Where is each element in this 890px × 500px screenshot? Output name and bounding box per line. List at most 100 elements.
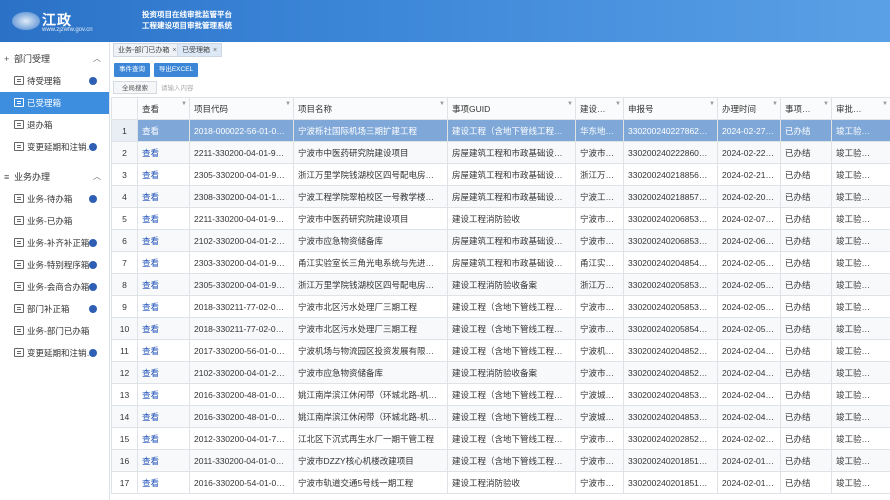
sort-icon[interactable]: ▼: [285, 101, 291, 107]
view-link[interactable]: 查看: [137, 383, 190, 406]
table-row[interactable]: 13 查看 2016-330200-48-01-0… 姚江南岸滨江休闲带（环城北路-机…: [111, 383, 890, 406]
sort-icon[interactable]: ▼: [709, 101, 715, 107]
sidebar-item-biz-supplement[interactable]: 业务-补齐补正箱: [0, 232, 109, 254]
table-row[interactable]: 14 查看 2016-330200-48-01-0… 姚江南岸滨江休闲带（环城北路-机…: [111, 405, 890, 428]
sidebar-item-returned[interactable]: 退办箱: [0, 114, 109, 136]
view-link-text[interactable]: 查看: [142, 346, 159, 356]
chevron-up-icon[interactable]: ︿: [93, 166, 101, 188]
sort-icon[interactable]: ▼: [823, 101, 829, 107]
view-link-text[interactable]: 查看: [142, 434, 159, 444]
close-icon[interactable]: ×: [172, 47, 176, 54]
view-link[interactable]: 查看: [137, 251, 190, 274]
view-link[interactable]: 查看: [137, 207, 190, 230]
close-icon[interactable]: ×: [213, 47, 217, 54]
sidebar-item-accepted[interactable]: 已受理箱: [0, 92, 109, 114]
view-link-text[interactable]: 查看: [142, 456, 159, 466]
sort-icon[interactable]: ▼: [439, 101, 445, 107]
table-row[interactable]: 7 查看 2303-330200-04-01-9… 甬江实验室长三角光电系统与先进… 房…: [111, 251, 890, 274]
view-link-text[interactable]: 查看: [142, 258, 159, 268]
table-row[interactable]: 5 查看 2211-330200-04-01-9… 宁波市中医药研究院建设项目 建设工程…: [111, 207, 890, 230]
sidebar-item-biz-consult[interactable]: 业务-会商合办箱: [0, 276, 109, 298]
view-link[interactable]: 查看: [137, 295, 190, 318]
chevron-up-icon[interactable]: ︿: [93, 48, 101, 70]
table-row[interactable]: 6 查看 2102-330200-04-01-2… 宁波市应急物资储备库 房屋建筑工程和…: [111, 229, 890, 252]
view-link[interactable]: 查看: [137, 449, 190, 472]
view-link[interactable]: 查看: [137, 119, 190, 142]
table-row[interactable]: 12 查看 2102-330200-04-01-2… 宁波市应急物资储备库 建设工程消防…: [111, 361, 890, 384]
view-link-text[interactable]: 查看: [142, 302, 159, 312]
view-link[interactable]: 查看: [137, 405, 190, 428]
table-row[interactable]: 8 查看 2305-330200-04-01-9… 浙江万里学院钱湖校区四号配电房… 建…: [111, 273, 890, 296]
table-row[interactable]: 9 查看 2018-330211-77-02-0… 宁波市北区污水处理厂三期工程 建设工…: [111, 295, 890, 318]
view-link[interactable]: 查看: [137, 229, 190, 252]
sort-icon[interactable]: ▼: [772, 101, 778, 107]
view-link-text[interactable]: 查看: [142, 236, 159, 246]
view-link-text[interactable]: 查看: [142, 280, 159, 290]
view-link-text[interactable]: 查看: [142, 214, 159, 224]
export-excel-button[interactable]: 导出EXCEL: [154, 63, 198, 77]
row-index: 9: [111, 295, 138, 318]
view-link[interactable]: 查看: [137, 471, 190, 494]
view-link-text[interactable]: 查看: [142, 170, 159, 180]
column-header-view[interactable]: 查看 ▼: [137, 97, 190, 120]
view-link[interactable]: 查看: [137, 163, 190, 186]
sidebar-item-change-extend[interactable]: 变更延期和注销…: [0, 136, 109, 158]
row-index: 2: [111, 141, 138, 164]
sidebar-group-dept-accept[interactable]: + 部门受理 ︿: [0, 48, 109, 70]
view-link-text[interactable]: 查看: [142, 368, 159, 378]
view-link[interactable]: 查看: [137, 427, 190, 450]
view-link-text[interactable]: 查看: [142, 324, 159, 334]
column-header-builder[interactable]: 建设… ▼: [575, 97, 624, 120]
view-link-text[interactable]: 查看: [142, 390, 159, 400]
sidebar-item-biz-todo[interactable]: 业务-待办箱: [0, 188, 109, 210]
tab-biz-dept-done[interactable]: 业务-部门已办箱 ×: [113, 43, 182, 57]
item-guid-cell: 建设工程消防验收: [447, 471, 576, 494]
sort-icon[interactable]: ▼: [615, 101, 621, 107]
sort-icon[interactable]: ▼: [882, 101, 888, 107]
view-link[interactable]: 查看: [137, 141, 190, 164]
view-link-text[interactable]: 查看: [142, 412, 159, 422]
sort-icon[interactable]: ▼: [567, 101, 573, 107]
event-query-button[interactable]: 事件查询: [114, 63, 150, 77]
table-row[interactable]: 11 查看 2017-330200-56-01-0… 宁波机场与物流园区投资发展有限……: [111, 339, 890, 362]
table-row[interactable]: 16 查看 2011-330200-04-01-0… 宁波市DZZY核心机楼改建项目建…: [111, 449, 890, 472]
table-row[interactable]: 4 查看 2308-330200-04-01-1… 宁波工程学院翠柏校区一号教学楼… 房…: [111, 185, 890, 208]
column-header-status[interactable]: 事项… ▼: [780, 97, 832, 120]
sidebar-item-dept-supplement[interactable]: 部门补正箱: [0, 298, 109, 320]
sidebar-item-biz-change-extend[interactable]: 变更延期和注销…: [0, 342, 109, 364]
column-header-guid[interactable]: 事项GUID ▼: [447, 97, 576, 120]
view-link-text[interactable]: 查看: [142, 148, 159, 158]
table-row[interactable]: 2 查看 2211-330200-04-01-9… 宁波市中医药研究院建设项目 房屋建筑…: [111, 141, 890, 164]
column-header-approval[interactable]: 审批… ▼: [831, 97, 890, 120]
column-header-code[interactable]: 项目代码 ▼: [189, 97, 294, 120]
column-header-declaration[interactable]: 申报号 ▼: [623, 97, 718, 120]
view-link-text[interactable]: 查看: [142, 478, 159, 488]
sidebar-item-pending[interactable]: 待受理箱: [0, 70, 109, 92]
view-link-text[interactable]: 查看: [142, 192, 159, 202]
column-header-time[interactable]: 办理时间 ▼: [717, 97, 781, 120]
view-link[interactable]: 查看: [137, 317, 190, 340]
table-row[interactable]: 17 查看 2016-330200-54-01-0… 宁波市轨道交通5号线一期工程 建设…: [111, 471, 890, 494]
view-link-text[interactable]: 查看: [142, 126, 159, 136]
search-input[interactable]: [161, 82, 251, 94]
view-link[interactable]: 查看: [137, 273, 190, 296]
table-row[interactable]: 15 查看 2012-330200-04-01-7… 江北区下沉式再生水厂一期干管工程…: [111, 427, 890, 450]
sidebar-item-biz-special[interactable]: 业务-特别程序箱: [0, 254, 109, 276]
builder-cell: 华东地…: [575, 119, 624, 142]
records-table: 查看 ▼ 项目代码 ▼ 项目名称 ▼ 事项GUID ▼ 建设… ▼ 申报号 ▼ 办理时间 ▼ …: [111, 97, 890, 494]
view-link[interactable]: 查看: [137, 339, 190, 362]
view-link[interactable]: 查看: [137, 361, 190, 384]
table-row[interactable]: 1 查看 2018-000022-56-01-0… 宁波栎社国际机场三期扩建工程 建设工…: [111, 119, 890, 142]
tab-accepted[interactable]: 已受理箱 ×: [177, 43, 223, 57]
sidebar-item-biz-done[interactable]: 业务-已办箱: [0, 210, 109, 232]
sort-icon[interactable]: ▼: [181, 101, 187, 107]
column-header-name[interactable]: 项目名称 ▼: [293, 97, 448, 120]
view-link[interactable]: 查看: [137, 185, 190, 208]
sidebar-item-biz-dept-done[interactable]: 业务-部门已办箱: [0, 320, 109, 342]
handle-time-cell: 2024-02-27…: [717, 119, 781, 142]
count-badge: [89, 261, 97, 269]
global-search-button[interactable]: 全局搜索: [113, 81, 157, 94]
sidebar-group-business[interactable]: ≡ 业务办理 ︿: [0, 166, 109, 188]
table-row[interactable]: 3 查看 2305-330200-04-01-9… 浙江万里学院钱湖校区四号配电房… 房…: [111, 163, 890, 186]
table-row[interactable]: 10 查看 2018-330211-77-02-0… 宁波市北区污水处理厂三期工程 建设…: [111, 317, 890, 340]
